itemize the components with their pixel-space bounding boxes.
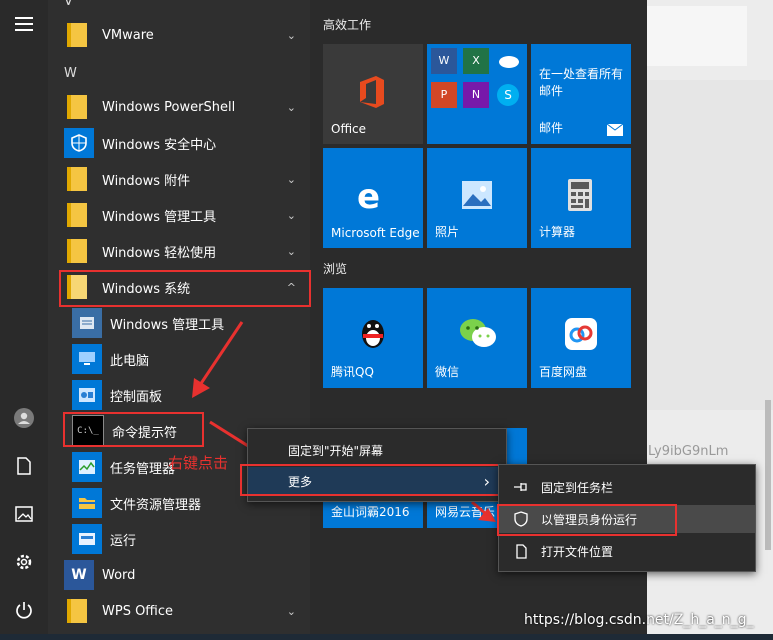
highlight-box-more xyxy=(240,464,507,496)
annotation-right-click: 右键点击 xyxy=(168,454,229,472)
watermark-url: https://blog.csdn.net/Z_h_a_n_g_ xyxy=(524,612,754,628)
menu-item-label: 打开文件位置 xyxy=(541,544,614,559)
file-location-icon xyxy=(516,544,527,559)
watermark-id: Ly9ibG9nLm xyxy=(648,444,729,459)
taskbar-strip xyxy=(0,634,773,640)
menu-item-label: 固定到任务栏 xyxy=(541,480,614,495)
menu-item-open-file-location[interactable]: 打开文件位置 xyxy=(499,539,755,563)
pin-icon xyxy=(514,483,527,491)
menu-item-pin-to-taskbar[interactable]: 固定到任务栏 xyxy=(499,475,755,499)
menu-item-label: 固定到"开始"屏幕 xyxy=(288,443,384,458)
highlight-box-run-as-admin xyxy=(497,504,677,536)
menu-item-pin-to-start[interactable]: 固定到"开始"屏幕 xyxy=(248,437,506,463)
